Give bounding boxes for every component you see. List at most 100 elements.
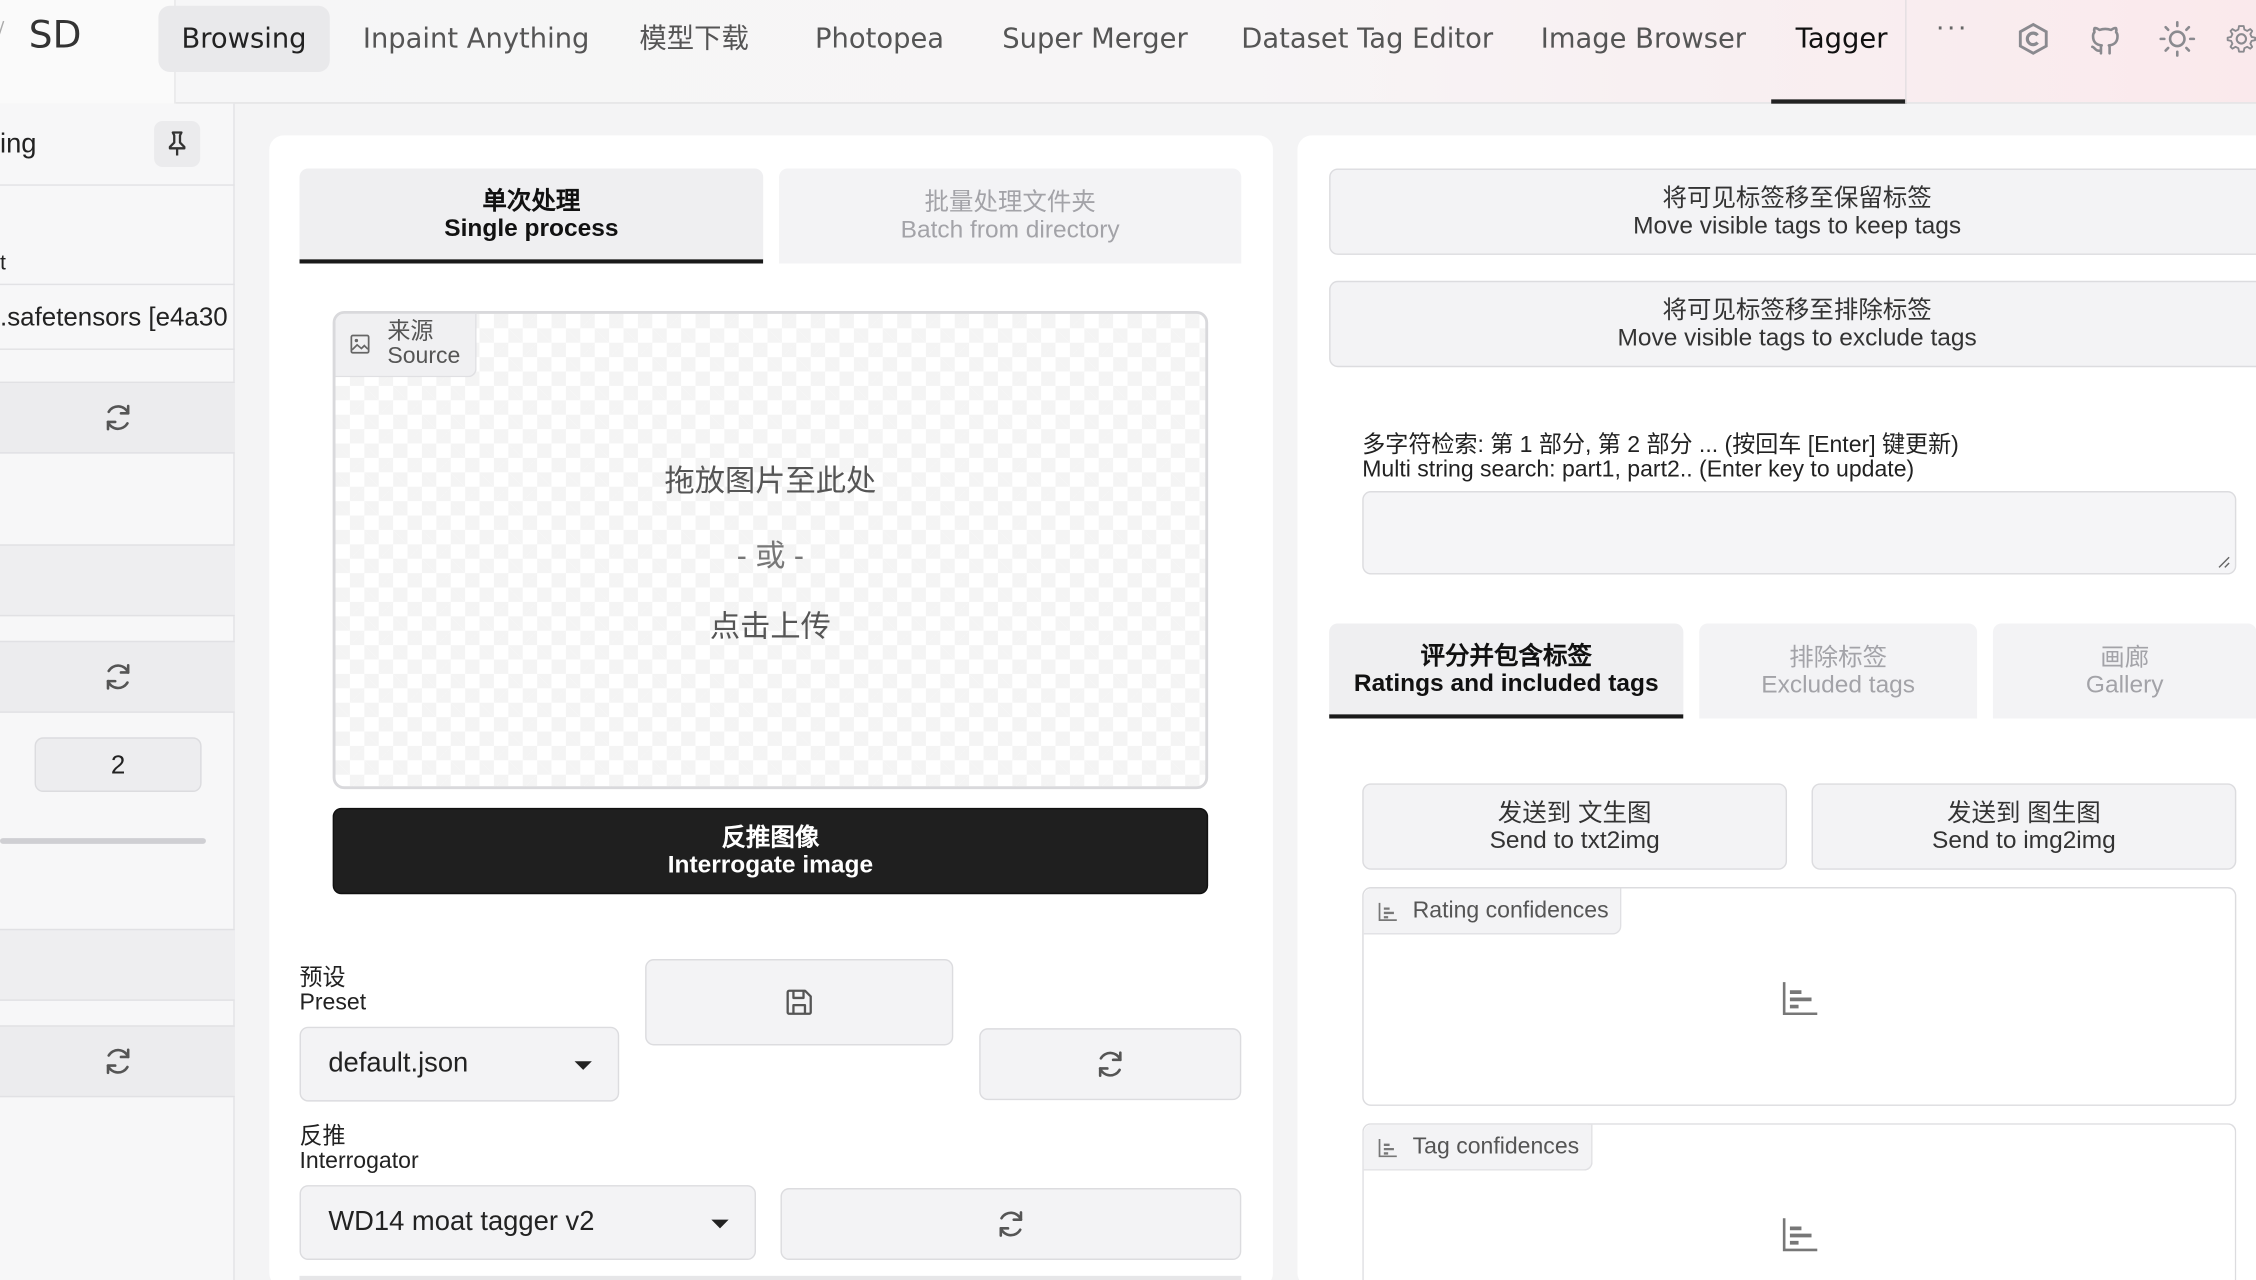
tab-inpaint-anything[interactable]: Inpaint Anything [363, 6, 590, 72]
preset-label-en: Preset [299, 990, 367, 1016]
tab-single-process-zh: 单次处理 [482, 186, 581, 214]
top-navigation: SD Browsing Inpaint Anything 模型下载 Photop… [0, 0, 2256, 104]
sidebar-refresh-button-3[interactable] [0, 1025, 235, 1098]
sidebar-title: ing [0, 129, 37, 160]
multi-search-label-en: Multi string search: part1, part2.. (Ent… [1362, 457, 1915, 483]
move-keep-en: Move visible tags to keep tags [1633, 211, 1962, 240]
send-img2img-zh: 发送到 图生图 [1947, 799, 2101, 827]
sidebar-field[interactable] [0, 928, 235, 1001]
tab-single-process-en: Single process [444, 213, 619, 242]
interrogator-label-zh: 反推 [299, 1124, 346, 1150]
tab-ratings-zh: 评分并包含标签 [1420, 641, 1592, 669]
hexagon-logo-icon[interactable] [2015, 20, 2052, 57]
tab-gallery-en: Gallery [2085, 671, 2164, 699]
tab-single-process[interactable]: 单次处理 Single process [299, 168, 764, 264]
refresh-icon [105, 1048, 129, 1075]
send-txt2img-zh: 发送到 文生图 [1497, 799, 1652, 827]
sidebar-refresh-button-2[interactable] [0, 640, 235, 713]
github-icon[interactable] [2087, 20, 2124, 57]
move-exclude-zh: 将可见标签移至排除标签 [1662, 296, 1932, 324]
save-preset-button[interactable] [645, 959, 954, 1046]
sidebar-refresh-button-1[interactable] [0, 381, 235, 454]
send-to-img2img-button[interactable]: 发送到 图生图 Send to img2img [1811, 783, 2237, 870]
chevron-down-icon [711, 1219, 729, 1229]
pin-icon [168, 131, 186, 156]
tab-ratings-included-tags[interactable]: 评分并包含标签 Ratings and included tags [1329, 623, 1684, 719]
refresh-icon [105, 663, 129, 690]
tab-gallery-zh: 画廊 [2100, 643, 2150, 672]
preset-label: 预设 Preset [300, 966, 367, 1015]
brand-divider [0, 20, 5, 57]
tab-tagger[interactable]: Tagger [1796, 6, 1888, 72]
sidebar-field[interactable] [0, 544, 235, 617]
pin-button[interactable] [154, 120, 201, 168]
tag-confidences-text: Tag confidences [1412, 1134, 1580, 1160]
bar-chart-icon [1378, 1139, 1397, 1158]
save-icon [786, 989, 812, 1015]
sidebar-divider [0, 184, 235, 186]
active-tab-indicator [1771, 99, 1907, 104]
more-tabs-button[interactable]: ··· [1935, 12, 1968, 45]
tab-dataset-tag-editor[interactable]: Dataset Tag Editor [1241, 6, 1493, 72]
sidebar-divider [0, 283, 235, 286]
chevron-down-icon [574, 1061, 592, 1070]
preset-label-zh: 预设 [299, 966, 346, 991]
tab-photopea[interactable]: Photopea [815, 6, 944, 72]
bar-chart-icon [1378, 902, 1397, 922]
source-label: 来源 Source [335, 313, 477, 378]
tab-image-browser[interactable]: Image Browser [1541, 6, 1746, 72]
brand-area: SD [0, 0, 176, 104]
interrogate-en: Interrogate image [667, 851, 874, 879]
or-text: - 或 - [736, 540, 804, 574]
send-to-txt2img-button[interactable]: 发送到 文生图 Send to txt2img [1362, 783, 1788, 870]
rating-confidences-label: Rating confidences [1363, 888, 1622, 935]
interrogate-image-button[interactable]: 反推图像 Interrogate image [332, 807, 1209, 895]
interrogate-zh: 反推图像 [721, 823, 820, 852]
preset-value: default.json [328, 1048, 469, 1079]
tab-ratings-en: Ratings and included tags [1353, 668, 1659, 697]
tab-gallery[interactable]: 画廊 Gallery [1992, 623, 2256, 719]
drop-image-text: 拖放图片至此处 [664, 465, 877, 499]
checkpoint-dropdown[interactable]: .safetensors [e4a30 [0, 302, 235, 332]
sidebar-slider[interactable] [0, 838, 206, 844]
image-icon [350, 334, 370, 354]
tab-model-download[interactable]: 模型下载 [639, 6, 748, 72]
send-img2img-en: Send to img2img [1932, 826, 2116, 854]
move-keep-zh: 将可见标签移至保留标签 [1662, 184, 1932, 212]
multi-search-label-zh: 多字符检索: 第 1 部分, 第 2 部分 ... (按回车 [Enter] 键… [1362, 433, 1959, 458]
sidebar-divider [0, 348, 235, 350]
settings-gear-icon[interactable] [2226, 20, 2256, 57]
multi-search-label: 多字符检索: 第 1 部分, 第 2 部分 ... (按回车 [Enter] 键… [1362, 433, 1959, 482]
click-upload-text: 点击上传 [709, 610, 831, 644]
interrogator-label: 反推 Interrogator [300, 1125, 419, 1174]
multi-search-input[interactable] [1362, 491, 2237, 575]
tab-super-merger[interactable]: Super Merger [1002, 6, 1188, 72]
tag-confidences-label: Tag confidences [1363, 1124, 1593, 1171]
interrogator-select[interactable]: WD14 moat tagger v2 [299, 1185, 756, 1260]
brand-logo: SD [28, 14, 82, 58]
move-to-exclude-tags-button[interactable]: 将可见标签移至排除标签 Move visible tags to exclude… [1329, 280, 2256, 368]
tab-divider [1905, 0, 1907, 104]
tab-excluded-tags[interactable]: 排除标签 Excluded tags [1699, 623, 1978, 719]
tab-excluded-en: Excluded tags [1761, 671, 1916, 699]
tab-batch-en: Batch from directory [900, 216, 1120, 244]
rating-confidences-box: Rating confidences [1362, 887, 2237, 1106]
refresh-interrogator-button[interactable] [780, 1188, 1242, 1260]
interrogator-value: WD14 moat tagger v2 [328, 1206, 595, 1237]
sun-theme-icon[interactable] [2159, 20, 2196, 57]
preset-select[interactable]: default.json [299, 1026, 620, 1102]
refresh-preset-button[interactable] [979, 1028, 1242, 1101]
next-field-edge [299, 1275, 1242, 1280]
sidebar-number-input[interactable]: 2 [34, 737, 202, 793]
left-sidebar: ing t .safetensors [e4a30 2 [0, 103, 235, 1280]
resize-handle-icon[interactable] [2218, 556, 2231, 569]
tab-batch-from-directory[interactable]: 批量处理文件夹 Batch from directory [779, 168, 1242, 264]
image-upload-dropzone[interactable]: 来源 Source 拖放图片至此处 - 或 - 点击上传 [332, 311, 1209, 790]
rating-confidences-text: Rating confidences [1412, 898, 1609, 924]
refresh-icon [105, 404, 129, 431]
move-to-keep-tags-button[interactable]: 将可见标签移至保留标签 Move visible tags to keep ta… [1329, 168, 2256, 255]
tab-browsing[interactable]: Browsing [158, 5, 330, 72]
send-txt2img-en: Send to txt2img [1489, 826, 1660, 854]
source-label-zh: 来源 [387, 319, 434, 345]
refresh-icon [1098, 1051, 1122, 1077]
